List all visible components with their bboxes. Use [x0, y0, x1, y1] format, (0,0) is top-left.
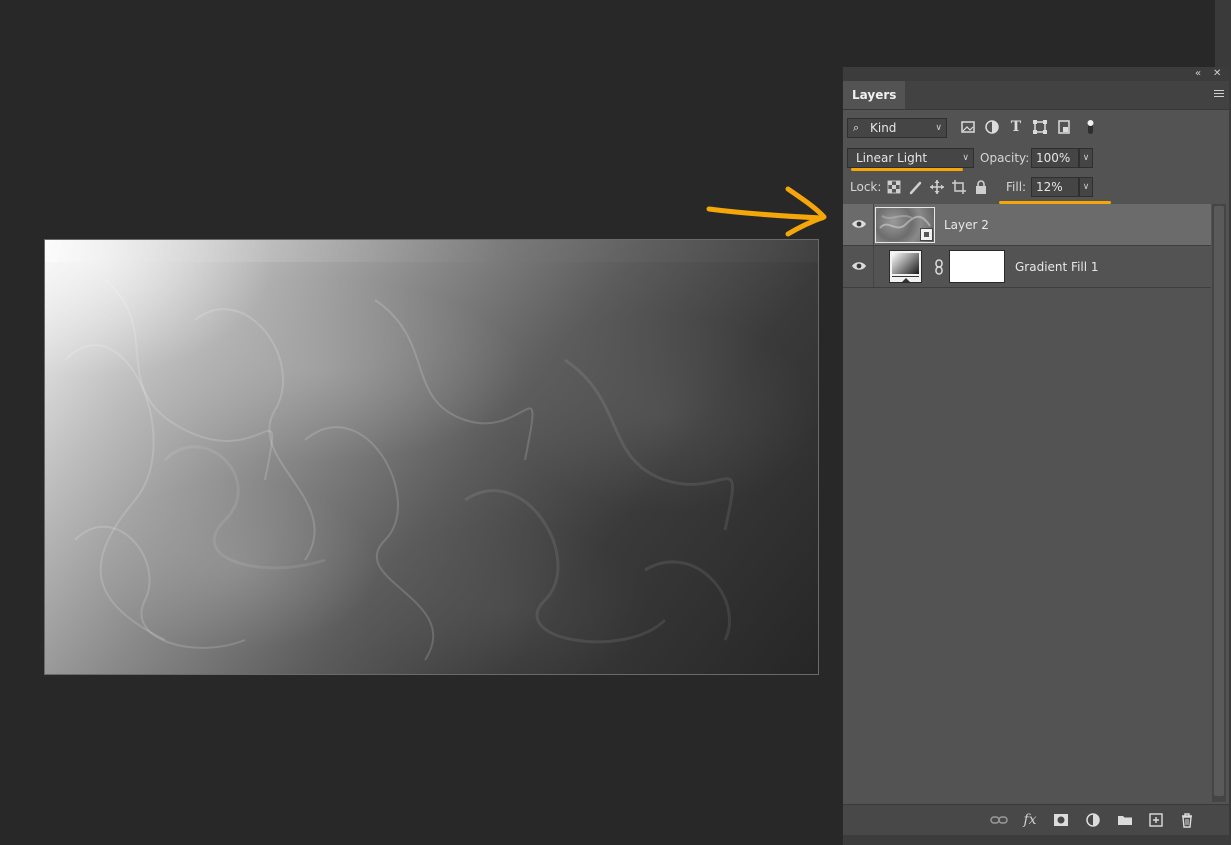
fill-chevron-icon[interactable]: ∨: [1079, 177, 1093, 197]
new-adjustment-layer-icon[interactable]: [1084, 812, 1102, 828]
panel-title-bar: « ✕: [843, 67, 1229, 81]
gradient-fill-thumbnail: [889, 250, 922, 283]
fill-field[interactable]: 12%: [1031, 177, 1079, 197]
lock-all-icon[interactable]: [973, 179, 989, 195]
eye-icon[interactable]: [851, 259, 867, 273]
fill-label: Fill:: [1006, 180, 1027, 194]
canvas-document[interactable]: [44, 239, 819, 675]
link-icon[interactable]: [934, 259, 944, 275]
smart-object-badge-icon: [920, 228, 933, 241]
layer-name: Gradient Fill 1: [1015, 260, 1099, 274]
lock-position-icon[interactable]: [929, 179, 945, 195]
collapse-panel-icon[interactable]: «: [1195, 68, 1201, 80]
opacity-chevron-icon[interactable]: ∨: [1079, 148, 1093, 168]
layers-panel: « ✕ Layers ⌕ Kind ∨ T Linear Light ∨ Opa…: [842, 67, 1229, 845]
tab-layers[interactable]: Layers: [843, 81, 906, 109]
eye-icon[interactable]: [851, 217, 867, 231]
new-layer-icon[interactable]: [1147, 812, 1165, 828]
layer-style-fx-icon[interactable]: fx: [1021, 812, 1039, 828]
annotation-underline-blend: [851, 168, 963, 171]
visibility-separator: [873, 204, 874, 245]
adjustment-layer-filter-icon[interactable]: [984, 119, 1000, 135]
shape-layer-filter-icon[interactable]: [1032, 119, 1048, 135]
scrollbar-thumb[interactable]: [1214, 206, 1224, 796]
panel-bottom-bar: fx: [843, 804, 1229, 835]
close-panel-icon[interactable]: ✕: [1213, 68, 1221, 80]
panel-tab-row: Layers: [843, 81, 1229, 110]
opacity-field[interactable]: 100%: [1031, 148, 1079, 168]
lock-label: Lock:: [850, 180, 882, 194]
link-layers-icon[interactable]: [990, 812, 1008, 828]
visibility-separator: [873, 246, 874, 287]
smoke-texture: [64, 279, 734, 661]
smart-object-filter-icon[interactable]: [1056, 119, 1072, 135]
add-mask-icon[interactable]: [1052, 812, 1070, 828]
layer-name: Layer 2: [944, 218, 989, 232]
annotation-arrow: [706, 186, 827, 237]
delete-layer-icon[interactable]: [1178, 812, 1196, 828]
pixel-layer-filter-icon[interactable]: [960, 119, 976, 135]
layer-thumbnail: [875, 207, 935, 243]
blend-mode-value: Linear Light: [856, 151, 928, 165]
chevron-down-icon: ∨: [962, 153, 969, 163]
search-icon: ⌕: [853, 121, 860, 134]
lock-image-pixels-icon[interactable]: [908, 179, 924, 195]
filter-toggle-icon[interactable]: [1082, 119, 1098, 135]
opacity-label: Opacity:: [980, 151, 1030, 165]
layer-list-scrollbar[interactable]: [1212, 204, 1226, 802]
panel-footer: [843, 835, 1229, 845]
layer-row-layer-2[interactable]: Layer 2: [843, 204, 1211, 246]
panel-menu-icon[interactable]: [1214, 90, 1224, 99]
layer-row-gradient-fill-1[interactable]: Gradient Fill 1: [843, 246, 1211, 288]
filter-kind-label: Kind: [870, 121, 897, 135]
type-layer-filter-icon[interactable]: T: [1008, 119, 1024, 135]
layer-mask-thumbnail[interactable]: [949, 250, 1005, 283]
lock-transparent-pixels-icon[interactable]: [886, 179, 902, 195]
chevron-down-icon: ∨: [935, 123, 942, 133]
new-group-icon[interactable]: [1116, 812, 1134, 828]
blend-mode-dropdown[interactable]: Linear Light ∨: [847, 148, 974, 168]
lock-artboard-icon[interactable]: [951, 179, 967, 195]
filter-kind-dropdown[interactable]: ⌕ Kind ∨: [847, 118, 947, 138]
